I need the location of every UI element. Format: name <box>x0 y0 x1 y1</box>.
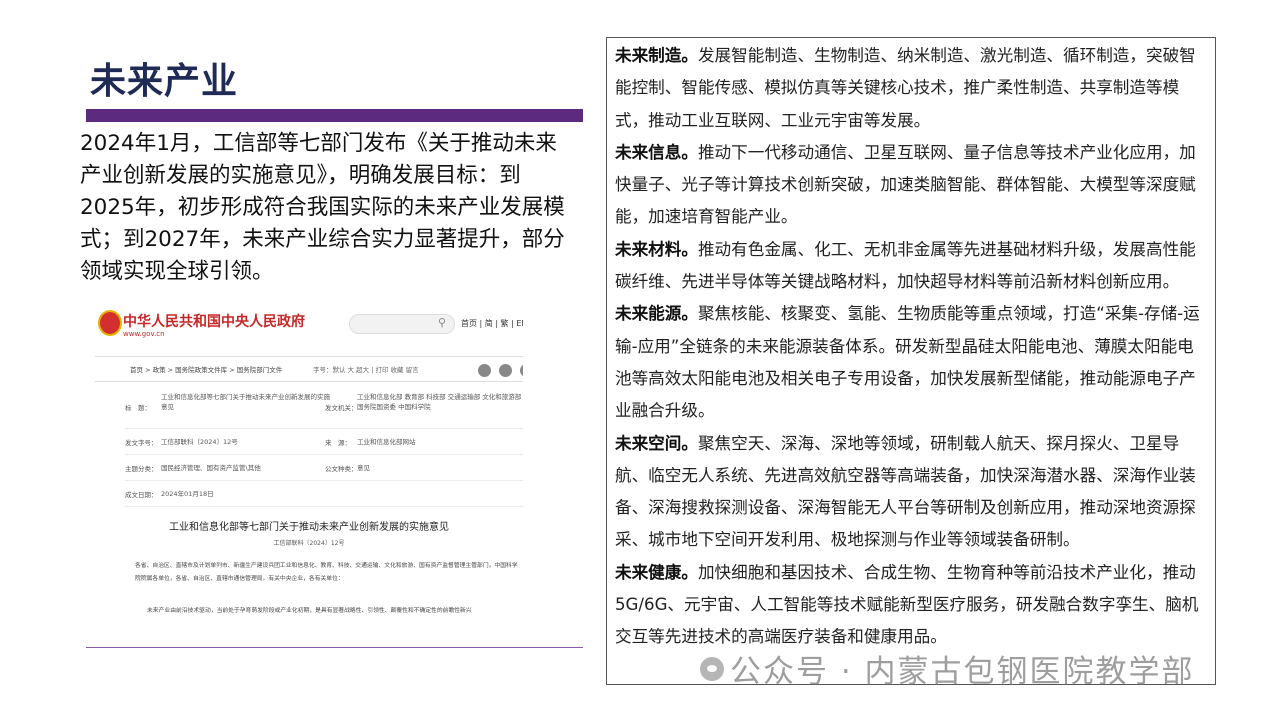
title-accent-bar <box>86 109 583 122</box>
industry-heading: 未来材料。 <box>615 239 698 259</box>
meta-label: 标 题： <box>125 404 151 412</box>
share-icons <box>475 360 523 379</box>
industry-heading: 未来制造。 <box>615 46 698 65</box>
industry-heading: 未来信息。 <box>615 142 698 162</box>
meta-value: 工业和信息化部网站 <box>357 438 416 446</box>
meta-row: 主题分类： 国民经济管理、国有资产监管\其他 公文种类： 意见 <box>125 454 523 481</box>
industry-body: 推动有色金属、化工、无机非金属等先进基础材料升级，发展高性能碳纤维、先进半导体等… <box>615 239 1196 292</box>
industry-paragraph: 未来信息。推动下一代移动通信、卫星互联网、量子信息等技术产业化应用，加快量子、光… <box>615 137 1205 234</box>
meta-label: 发文机关： <box>325 404 358 412</box>
gov-site-url: www.gov.cn <box>123 330 165 338</box>
wechat-share-icon[interactable] <box>478 364 491 377</box>
doc-title: 工业和信息化部等七部门关于推动未来产业创新发展的实施意见 <box>169 522 449 533</box>
industry-heading: 未来能源。 <box>615 304 698 324</box>
industry-heading: 未来空间。 <box>615 433 698 453</box>
industry-body: 推动下一代移动通信、卫星互联网、量子信息等技术产业化应用，加快量子、光子等计算技… <box>615 142 1196 227</box>
industry-body: 加快细胞和基因技术、合成生物、生物育种等前沿技术产业化，推动5G/6G、元宇宙、… <box>615 562 1199 647</box>
doc-number: 工信部联科〔2024〕12号 <box>273 540 345 547</box>
qzone-share-icon[interactable] <box>520 364 523 377</box>
gov-document-screenshot: 中华人民共和国中央人民政府 www.gov.cn ⚲ 首页 | 简 | 繁 | … <box>95 300 523 620</box>
meta-value: 工业和信息化部 教育部 科技部 交通运输部 文化和旅游部 国务院国资委 中国科学… <box>357 393 522 411</box>
watermark: 公众号 · 内蒙古包钢医院教学部 <box>700 646 1195 691</box>
breadcrumb[interactable]: 首页 > 政策 > 国务院政策文件库 > 国务院部门文件 <box>130 364 282 374</box>
meta-value: 工信部联科〔2024〕12号 <box>161 438 238 446</box>
intro-text: 2024年1月，工信部等七部门发布《关于推动未来产业创新发展的实施意见》，明确发… <box>80 131 565 284</box>
industry-paragraph: 未来制造。发展智能制造、生物制造、纳米制造、激光制造、循环制造，突破智能控制、智… <box>615 40 1205 137</box>
gov-top-links[interactable]: 首页 | 简 | 繁 | EN <box>461 318 523 329</box>
future-industries-box: 未来制造。发展智能制造、生物制造、纳米制造、激光制造、循环制造，突破智能控制、智… <box>606 37 1216 685</box>
doc-paragraph: 未来产业由前沿技术驱动，当前处于孕育萌发阶段或产业化初期，是具有显著战略性、引领… <box>147 608 472 614</box>
gov-search-input[interactable]: ⚲ <box>349 314 455 334</box>
meta-value: 国民经济管理、国有资产监管\其他 <box>161 464 261 472</box>
meta-value: 2024年01月18日 <box>161 490 214 498</box>
gov-nav-bar: 首页 > 政策 > 国务院政策文件库 > 国务院部门文件 字号：默认 大 超大 … <box>95 356 523 382</box>
meta-row: 发文字号： 工信部联科〔2024〕12号 来 源： 工业和信息化部网站 <box>125 428 523 455</box>
weibo-share-icon[interactable] <box>499 364 513 377</box>
page-tools[interactable]: 字号：默认 大 超大 | 打印 收藏 留言 <box>313 364 419 374</box>
wechat-icon <box>700 656 724 681</box>
watermark-text: 公众号 · 内蒙古包钢医院教学部 <box>730 654 1195 690</box>
meta-label: 主题分类： <box>125 465 158 473</box>
meta-label: 发文字号： <box>125 439 158 447</box>
meta-value: 工业和信息化部等七部门关于推动未来产业创新发展的实施意见 <box>161 393 330 411</box>
industry-paragraph: 未来健康。加快细胞和基因技术、合成生物、生物育种等前沿技术产业化，推动5G/6G… <box>615 557 1205 654</box>
doc-body: 各省、自治区、直辖市及计划单列市、新疆生产建设兵团工业和信息化、教育、科技、交通… <box>135 563 518 582</box>
industry-paragraph: 未来空间。聚焦空天、深海、深地等领域，研制载人航天、探月探火、卫星导航、临空无人… <box>615 428 1205 557</box>
meta-label: 来 源： <box>325 439 351 447</box>
industry-body: 聚焦核能、核聚变、氢能、生物质能等重点领域，打造“采集-存储-运输-应用”全链条… <box>615 304 1200 421</box>
industry-paragraph: 未来能源。聚焦核能、核聚变、氢能、生物质能等重点领域，打造“采集-存储-运输-应… <box>615 298 1205 427</box>
divider-line <box>86 647 583 648</box>
meta-row: 标 题： 工业和信息化部等七部门关于推动未来产业创新发展的实施意见 发文机关： … <box>125 388 523 429</box>
meta-label: 公文种类： <box>325 465 358 473</box>
slide-title: 未来产业 <box>90 61 239 102</box>
meta-label: 成文日期： <box>125 491 158 499</box>
industry-body: 聚焦空天、深海、深地等领域，研制载人航天、探月探火、卫星导航、临空无人系统、先进… <box>615 433 1196 550</box>
industry-body: 发展智能制造、生物制造、纳米制造、激光制造、循环制造，突破智能控制、智能传感、模… <box>615 46 1196 130</box>
meta-value: 意见 <box>357 464 370 472</box>
meta-row: 成文日期： 2024年01月18日 <box>125 480 523 507</box>
industry-heading: 未来健康。 <box>615 562 698 582</box>
gov-header: 中华人民共和国中央人民政府 www.gov.cn ⚲ 首页 | 简 | 繁 | … <box>95 300 523 348</box>
gov-site-title: 中华人民共和国中央人民政府 <box>123 314 305 330</box>
national-emblem-icon <box>98 310 122 336</box>
search-icon[interactable]: ⚲ <box>438 316 446 329</box>
industry-paragraph: 未来材料。推动有色金属、化工、无机非金属等先进基础材料升级，发展高性能碳纤维、先… <box>615 234 1205 299</box>
future-industries-text: 未来制造。发展智能制造、生物制造、纳米制造、激光制造、循环制造，突破智能控制、智… <box>615 40 1205 654</box>
